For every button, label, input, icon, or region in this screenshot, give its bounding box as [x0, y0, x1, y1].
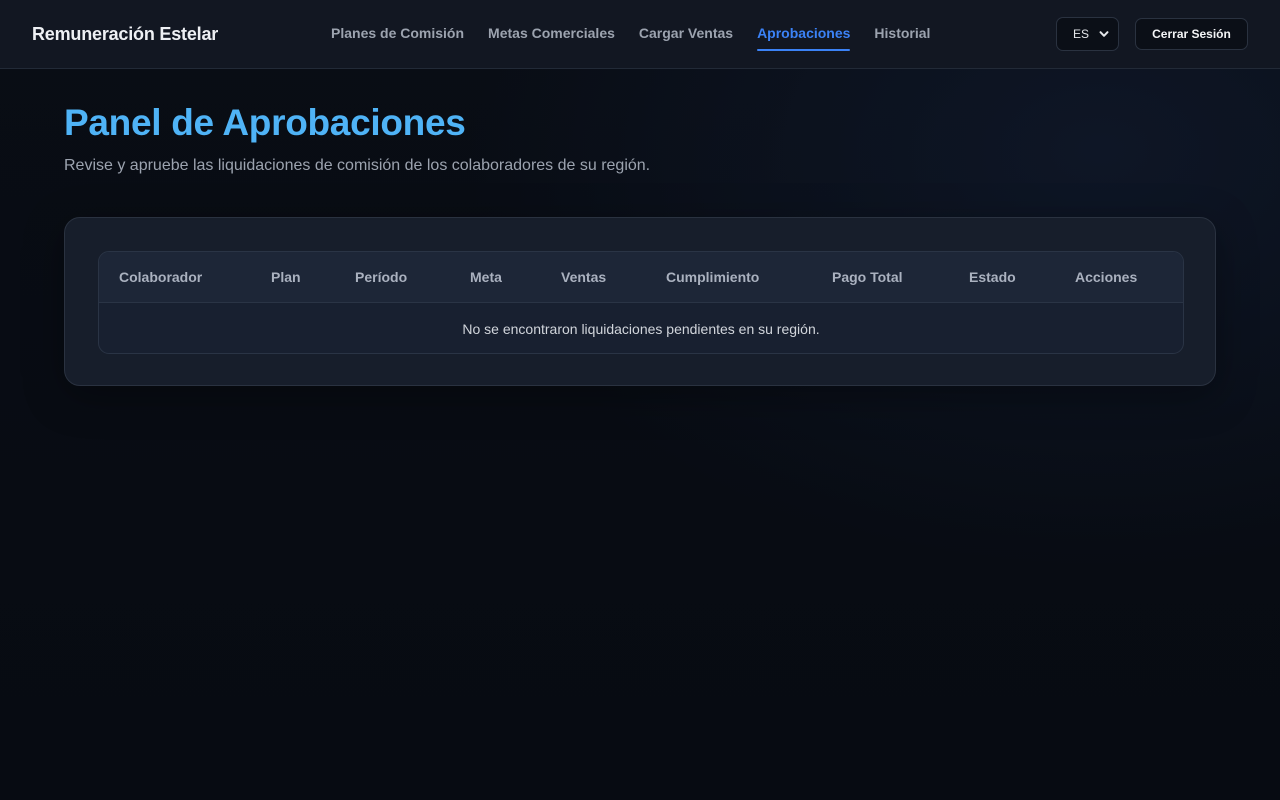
column-header-ventas: Ventas [561, 269, 607, 285]
nav-item-metas[interactable]: Metas Comerciales [488, 0, 615, 69]
app-brand[interactable]: Remuneración Estelar [32, 24, 218, 45]
approvals-table: Colaborador Plan Período Meta Ventas Cum… [98, 251, 1184, 354]
logout-button[interactable]: Cerrar Sesión [1135, 18, 1248, 50]
column-header-pago-total: Pago Total [832, 269, 903, 285]
language-select[interactable]: ES [1056, 17, 1119, 51]
column-header-periodo: Período [355, 269, 408, 285]
main-nav: Planes de Comisión Metas Comerciales Car… [331, 0, 954, 69]
column-header-plan: Plan [271, 269, 301, 285]
table-empty-state: No se encontraron liquidaciones pendient… [462, 320, 820, 337]
column-header-cumplimiento: Cumplimiento [666, 269, 760, 285]
nav-item-planes[interactable]: Planes de Comisión [331, 0, 464, 69]
column-header-estado: Estado [969, 269, 1016, 285]
column-header-meta: Meta [470, 269, 502, 285]
column-header-colaborador: Colaborador [119, 269, 203, 285]
table-header: Colaborador Plan Período Meta Ventas Cum… [99, 252, 1183, 303]
top-navbar: Remuneración Estelar Planes de Comisión … [0, 0, 1280, 69]
page-subtitle: Revise y apruebe las liquidaciones de co… [64, 157, 651, 174]
nav-item-cargar-ventas[interactable]: Cargar Ventas [639, 0, 733, 69]
chevron-down-icon [1099, 31, 1109, 37]
language-select-value: ES [1073, 27, 1090, 41]
column-header-acciones: Acciones [1075, 269, 1138, 285]
nav-item-historial[interactable]: Historial [874, 0, 930, 69]
nav-item-aprobaciones[interactable]: Aprobaciones [757, 0, 851, 69]
page-title: Panel de Aprobaciones [64, 102, 466, 143]
approvals-card: Colaborador Plan Período Meta Ventas Cum… [64, 217, 1216, 386]
